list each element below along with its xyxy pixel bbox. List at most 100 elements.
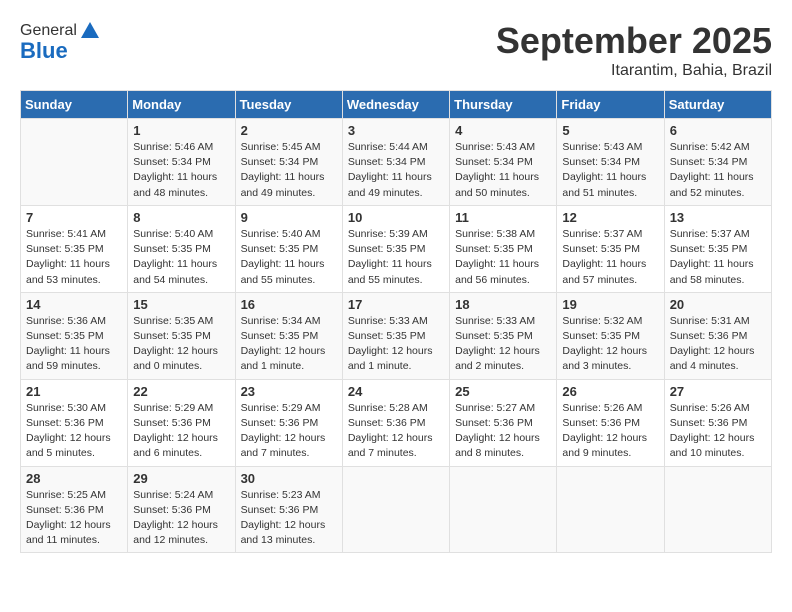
day-info: Sunrise: 5:32 AM Sunset: 5:35 PM Dayligh… [562, 314, 658, 375]
calendar-cell: 11 Sunrise: 5:38 AM Sunset: 5:35 PM Dayli… [450, 205, 557, 292]
calendar-cell: 14 Sunrise: 5:36 AM Sunset: 5:35 PM Dayli… [21, 292, 128, 379]
calendar-weekday-header: Saturday [664, 91, 771, 119]
day-info: Sunrise: 5:40 AM Sunset: 5:35 PM Dayligh… [133, 227, 229, 288]
day-info: Sunrise: 5:23 AM Sunset: 5:36 PM Dayligh… [241, 488, 337, 549]
day-number: 8 [133, 210, 229, 225]
day-number: 10 [348, 210, 444, 225]
calendar-cell: 25 Sunrise: 5:27 AM Sunset: 5:36 PM Dayli… [450, 379, 557, 466]
calendar-cell: 7 Sunrise: 5:41 AM Sunset: 5:35 PM Daylig… [21, 205, 128, 292]
day-info: Sunrise: 5:29 AM Sunset: 5:36 PM Dayligh… [241, 401, 337, 462]
page-header: General Blue September 2025 Itarantim, B… [20, 20, 772, 80]
calendar-week-row: 7 Sunrise: 5:41 AM Sunset: 5:35 PM Daylig… [21, 205, 772, 292]
day-info: Sunrise: 5:37 AM Sunset: 5:35 PM Dayligh… [670, 227, 766, 288]
logo-icon [79, 20, 101, 42]
calendar-cell [450, 466, 557, 553]
day-info: Sunrise: 5:27 AM Sunset: 5:36 PM Dayligh… [455, 401, 551, 462]
calendar-cell: 15Sunrise: 5:35 AM Sunset: 5:35 PM Dayli… [128, 292, 235, 379]
title-block: September 2025 Itarantim, Bahia, Brazil [496, 20, 772, 80]
calendar-cell: 10 Sunrise: 5:39 AM Sunset: 5:35 PM Dayli… [342, 205, 449, 292]
day-number: 26 [562, 384, 658, 399]
day-info: Sunrise: 5:44 AM Sunset: 5:34 PM Dayligh… [348, 140, 444, 201]
logo-blue-text: Blue [20, 38, 68, 64]
calendar-week-row: 1Sunrise: 5:46 AM Sunset: 5:34 PM Daylig… [21, 119, 772, 206]
calendar-cell: 27Sunrise: 5:26 AM Sunset: 5:36 PM Dayli… [664, 379, 771, 466]
calendar-cell: 24 Sunrise: 5:28 AM Sunset: 5:36 PM Dayli… [342, 379, 449, 466]
calendar-cell: 21Sunrise: 5:30 AM Sunset: 5:36 PM Dayli… [21, 379, 128, 466]
day-info: Sunrise: 5:24 AM Sunset: 5:36 PM Dayligh… [133, 488, 229, 549]
calendar-cell: 2 Sunrise: 5:45 AM Sunset: 5:34 PM Daylig… [235, 119, 342, 206]
day-info: Sunrise: 5:31 AM Sunset: 5:36 PM Dayligh… [670, 314, 766, 375]
calendar-weekday-header: Sunday [21, 91, 128, 119]
day-info: Sunrise: 5:43 AM Sunset: 5:34 PM Dayligh… [455, 140, 551, 201]
calendar-cell: 23 Sunrise: 5:29 AM Sunset: 5:36 PM Dayli… [235, 379, 342, 466]
day-number: 11 [455, 210, 551, 225]
calendar-cell: 12 Sunrise: 5:37 AM Sunset: 5:35 PM Dayli… [557, 205, 664, 292]
day-info: Sunrise: 5:45 AM Sunset: 5:34 PM Dayligh… [241, 140, 337, 201]
day-number: 27 [670, 384, 766, 399]
day-number: 16 [241, 297, 337, 312]
day-info: Sunrise: 5:42 AM Sunset: 5:34 PM Dayligh… [670, 140, 766, 201]
calendar-cell [342, 466, 449, 553]
day-info: Sunrise: 5:30 AM Sunset: 5:36 PM Dayligh… [26, 401, 122, 462]
day-number: 3 [348, 123, 444, 138]
calendar-weekday-header: Wednesday [342, 91, 449, 119]
calendar-weekday-header: Friday [557, 91, 664, 119]
calendar-header-row: SundayMondayTuesdayWednesdayThursdayFrid… [21, 91, 772, 119]
day-info: Sunrise: 5:26 AM Sunset: 5:36 PM Dayligh… [562, 401, 658, 462]
day-number: 14 [26, 297, 122, 312]
day-number: 7 [26, 210, 122, 225]
calendar-cell: 1Sunrise: 5:46 AM Sunset: 5:34 PM Daylig… [128, 119, 235, 206]
day-number: 17 [348, 297, 444, 312]
day-number: 28 [26, 471, 122, 486]
calendar-cell: 13 Sunrise: 5:37 AM Sunset: 5:35 PM Dayli… [664, 205, 771, 292]
calendar-cell: 19 Sunrise: 5:32 AM Sunset: 5:35 PM Dayli… [557, 292, 664, 379]
day-info: Sunrise: 5:39 AM Sunset: 5:35 PM Dayligh… [348, 227, 444, 288]
calendar-cell: 30Sunrise: 5:23 AM Sunset: 5:36 PM Dayli… [235, 466, 342, 553]
day-number: 23 [241, 384, 337, 399]
calendar-cell: 16 Sunrise: 5:34 AM Sunset: 5:35 PM Dayli… [235, 292, 342, 379]
day-number: 9 [241, 210, 337, 225]
day-number: 19 [562, 297, 658, 312]
day-info: Sunrise: 5:46 AM Sunset: 5:34 PM Dayligh… [133, 140, 229, 201]
day-number: 24 [348, 384, 444, 399]
day-number: 25 [455, 384, 551, 399]
day-number: 29 [133, 471, 229, 486]
day-info: Sunrise: 5:41 AM Sunset: 5:35 PM Dayligh… [26, 227, 122, 288]
calendar-week-row: 21Sunrise: 5:30 AM Sunset: 5:36 PM Dayli… [21, 379, 772, 466]
calendar-cell [664, 466, 771, 553]
day-number: 5 [562, 123, 658, 138]
day-number: 20 [670, 297, 766, 312]
calendar-cell: 9Sunrise: 5:40 AM Sunset: 5:35 PM Daylig… [235, 205, 342, 292]
day-info: Sunrise: 5:35 AM Sunset: 5:35 PM Dayligh… [133, 314, 229, 375]
calendar-weekday-header: Tuesday [235, 91, 342, 119]
day-number: 12 [562, 210, 658, 225]
day-info: Sunrise: 5:37 AM Sunset: 5:35 PM Dayligh… [562, 227, 658, 288]
day-info: Sunrise: 5:36 AM Sunset: 5:35 PM Dayligh… [26, 314, 122, 375]
day-info: Sunrise: 5:38 AM Sunset: 5:35 PM Dayligh… [455, 227, 551, 288]
calendar-weekday-header: Monday [128, 91, 235, 119]
day-info: Sunrise: 5:25 AM Sunset: 5:36 PM Dayligh… [26, 488, 122, 549]
calendar-cell: 4 Sunrise: 5:43 AM Sunset: 5:34 PM Daylig… [450, 119, 557, 206]
calendar-weekday-header: Thursday [450, 91, 557, 119]
day-number: 6 [670, 123, 766, 138]
day-info: Sunrise: 5:34 AM Sunset: 5:35 PM Dayligh… [241, 314, 337, 375]
day-number: 2 [241, 123, 337, 138]
calendar-table: SundayMondayTuesdayWednesdayThursdayFrid… [20, 90, 772, 553]
day-info: Sunrise: 5:33 AM Sunset: 5:35 PM Dayligh… [348, 314, 444, 375]
calendar-week-row: 28 Sunrise: 5:25 AM Sunset: 5:36 PM Dayli… [21, 466, 772, 553]
calendar-cell: 3 Sunrise: 5:44 AM Sunset: 5:34 PM Daylig… [342, 119, 449, 206]
calendar-cell: 20 Sunrise: 5:31 AM Sunset: 5:36 PM Dayli… [664, 292, 771, 379]
calendar-cell [21, 119, 128, 206]
day-info: Sunrise: 5:43 AM Sunset: 5:34 PM Dayligh… [562, 140, 658, 201]
month-title: September 2025 [496, 20, 772, 62]
day-number: 13 [670, 210, 766, 225]
location-text: Itarantim, Bahia, Brazil [496, 62, 772, 80]
calendar-cell: 29 Sunrise: 5:24 AM Sunset: 5:36 PM Dayli… [128, 466, 235, 553]
day-info: Sunrise: 5:29 AM Sunset: 5:36 PM Dayligh… [133, 401, 229, 462]
day-number: 4 [455, 123, 551, 138]
calendar-cell: 8 Sunrise: 5:40 AM Sunset: 5:35 PM Daylig… [128, 205, 235, 292]
day-info: Sunrise: 5:28 AM Sunset: 5:36 PM Dayligh… [348, 401, 444, 462]
calendar-cell [557, 466, 664, 553]
calendar-cell: 26 Sunrise: 5:26 AM Sunset: 5:36 PM Dayli… [557, 379, 664, 466]
calendar-cell: 17 Sunrise: 5:33 AM Sunset: 5:35 PM Dayli… [342, 292, 449, 379]
